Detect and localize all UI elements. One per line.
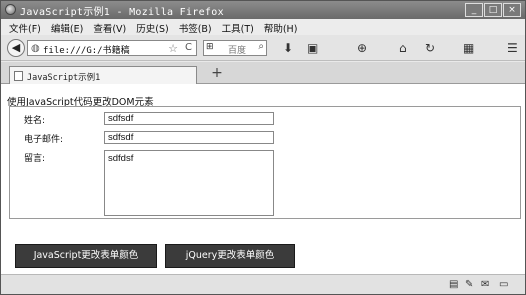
globe-icon: ◍ [31, 43, 40, 54]
name-label: 姓名: [24, 116, 46, 126]
addon-icon[interactable]: ⊕ [357, 41, 367, 55]
edit-icon[interactable]: ✎ [465, 279, 473, 290]
title-bar: JavaScript示例1 - Mozilla Firefox _ □ × [1, 1, 525, 19]
search-engine-icon[interactable]: ⊞ [206, 42, 214, 52]
menu-history[interactable]: 历史(S) [132, 19, 174, 35]
search-box[interactable]: ⊞ 百度 ⌕ [203, 40, 267, 56]
page-content: 使用JavaScript代码更改DOM元素 姓名: sdfsdf 电子邮件: s… [1, 84, 525, 274]
back-button[interactable]: ◀ [7, 39, 25, 57]
sync-icon[interactable]: ↻ [425, 41, 435, 55]
url-bar[interactable]: ◍ file:///G:/书籍稿 ☆ C [27, 40, 197, 56]
browser-window: JavaScript示例1 - Mozilla Firefox _ □ × 文件… [0, 0, 526, 295]
apps-icon[interactable]: ▦ [463, 41, 474, 55]
reload-icon[interactable]: C [185, 42, 192, 53]
tab-javascript-example[interactable]: JavaScript示例1 [9, 66, 197, 85]
addon-bar-icon[interactable]: ▤ [449, 279, 458, 290]
email-input[interactable]: sdfsdf [104, 131, 274, 144]
mail-icon[interactable]: ✉ [481, 279, 489, 290]
search-placeholder: 百度 [228, 46, 247, 56]
form-fieldset: 姓名: sdfsdf 电子邮件: sdfsdf 留言: sdfdsf [9, 106, 521, 219]
maximize-button[interactable]: □ [484, 3, 502, 17]
tab-strip: JavaScript示例1 + [1, 62, 525, 85]
menu-help[interactable]: 帮助(H) [260, 19, 304, 35]
menu-bar: 文件(F) 编辑(E) 查看(V) 历史(S) 书签(B) 工具(T) 帮助(H… [1, 19, 525, 35]
new-tab-button[interactable]: + [208, 66, 226, 82]
menu-view[interactable]: 查看(V) [89, 19, 132, 35]
window-controls: _ □ × [465, 3, 521, 17]
menu-file[interactable]: 文件(F) [5, 19, 47, 35]
window-title: JavaScript示例1 - Mozilla Firefox [20, 7, 224, 18]
home-icon[interactable]: ⌂ [399, 41, 407, 55]
menu-icon[interactable]: ☰ [507, 41, 518, 55]
bookmark-star-icon[interactable]: ☆ [168, 42, 178, 55]
screenshot-icon[interactable]: ▣ [307, 41, 318, 55]
email-label: 电子邮件: [24, 135, 64, 145]
name-input[interactable]: sdfsdf [104, 112, 274, 125]
search-icon[interactable]: ⌕ [258, 41, 264, 52]
menu-edit[interactable]: 编辑(E) [47, 19, 89, 35]
message-label: 留言: [24, 154, 46, 164]
close-button[interactable]: × [503, 3, 521, 17]
message-textarea[interactable]: sdfdsf [104, 150, 274, 216]
url-text: file:///G:/书籍稿 [43, 46, 130, 56]
page-icon [14, 71, 23, 81]
status-bar: ▤ ✎ ✉ ▭ [1, 274, 525, 294]
minimize-button[interactable]: _ [465, 3, 483, 17]
window-icon[interactable]: ▭ [499, 279, 508, 290]
jquery-change-color-button[interactable]: jQuery更改表单颜色 [165, 244, 295, 268]
navigation-toolbar: ◀ ◍ file:///G:/书籍稿 ☆ C ⊞ 百度 ⌕ ⬇ ▣ ⊕ ⌂ ↻ … [1, 35, 525, 61]
menu-tools[interactable]: 工具(T) [218, 19, 260, 35]
menu-bookmarks[interactable]: 书签(B) [175, 19, 218, 35]
tab-label: JavaScript示例1 [27, 73, 101, 83]
download-icon[interactable]: ⬇ [283, 41, 293, 55]
javascript-change-color-button[interactable]: JavaScript更改表单颜色 [15, 244, 157, 268]
firefox-icon [5, 4, 16, 15]
